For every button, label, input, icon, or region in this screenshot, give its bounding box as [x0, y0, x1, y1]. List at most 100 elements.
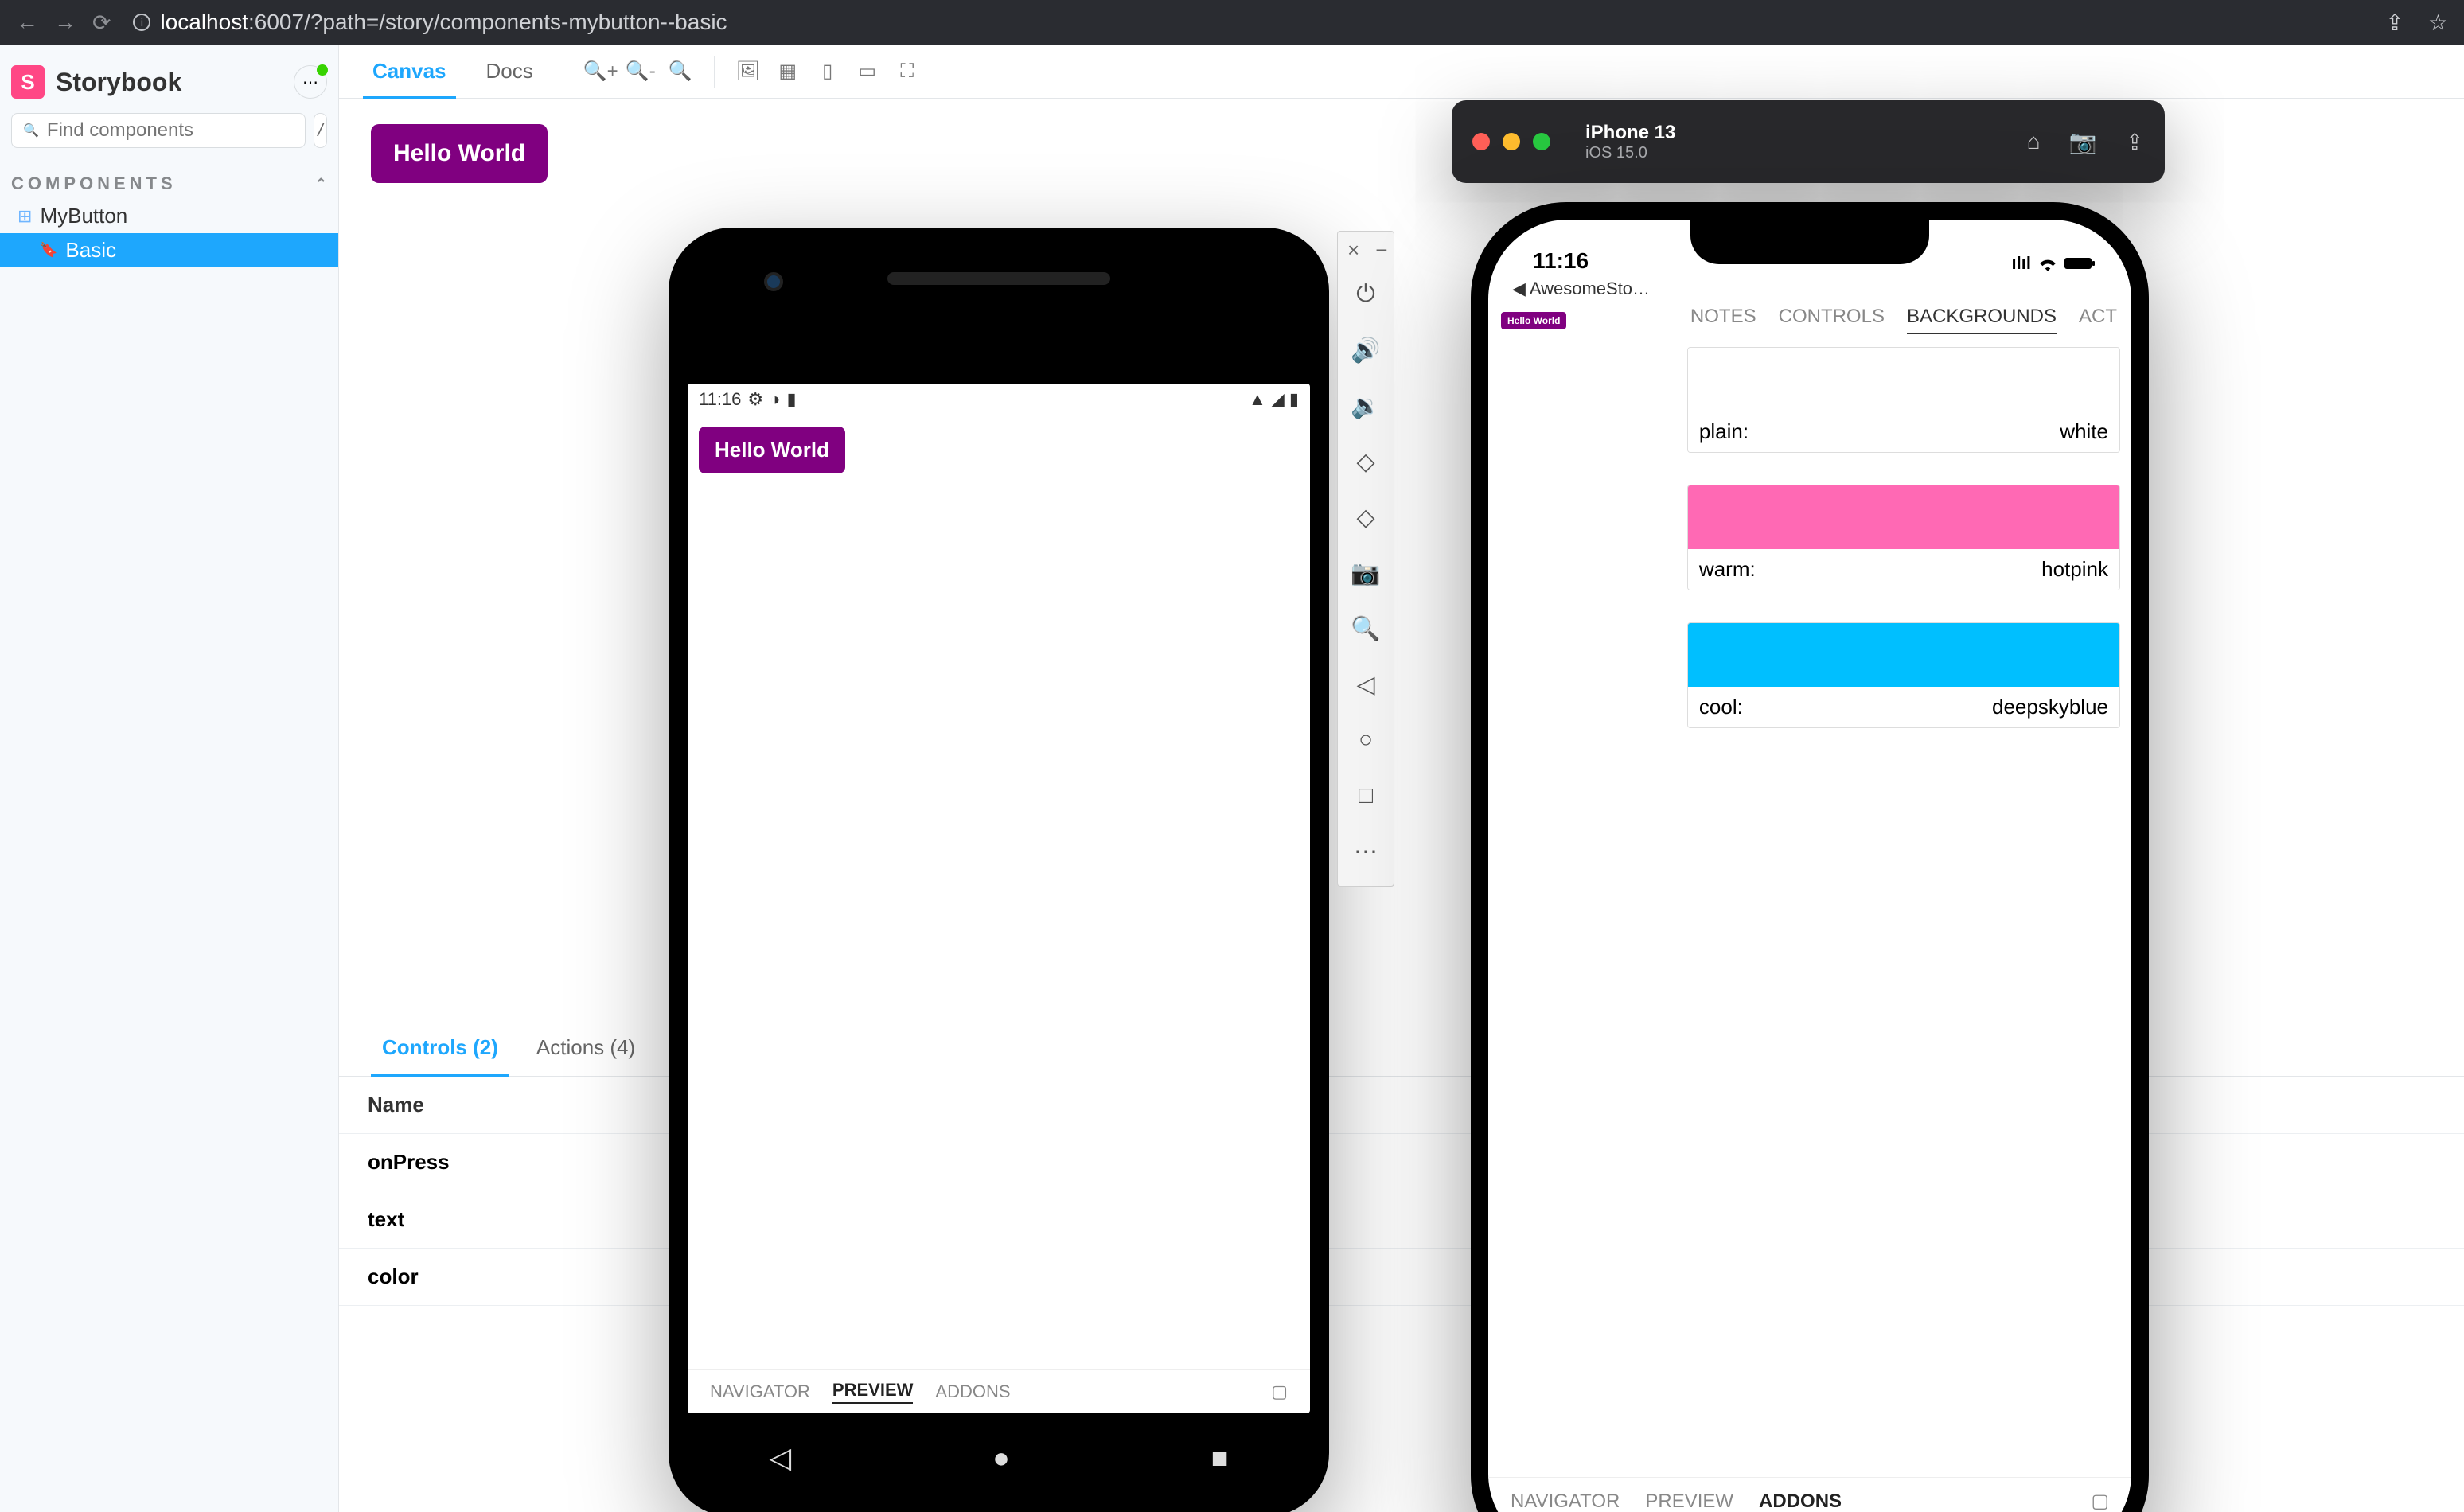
- emulator-minimize-icon[interactable]: −: [1375, 238, 1387, 267]
- storybook-logo-icon: S: [11, 65, 45, 99]
- debug-icon: ◑: [770, 389, 780, 410]
- zoom-icon[interactable]: 🔍: [1338, 601, 1394, 657]
- bg-value: hotpink: [2041, 557, 2108, 582]
- home-icon[interactable]: ⌂: [2027, 129, 2041, 155]
- card-icon: ▮: [786, 389, 796, 410]
- grid-icon[interactable]: ▦: [770, 54, 805, 89]
- search-input[interactable]: 🔍: [11, 113, 306, 148]
- android-nav-buttons: ◁ ● ■: [669, 1434, 1329, 1482]
- background-icon[interactable]: 🖼: [731, 54, 766, 89]
- viewport-icon[interactable]: ▯: [810, 54, 845, 89]
- android-toggle-icon[interactable]: ▢: [1271, 1381, 1288, 1402]
- android-tab-navigator[interactable]: NAVIGATOR: [710, 1381, 810, 1402]
- ios-tab-backgrounds[interactable]: BACKGROUNDS: [1907, 306, 2057, 334]
- zoom-reset-icon[interactable]: 🔍: [663, 54, 698, 89]
- ios-hello-button[interactable]: Hello World: [1501, 312, 1566, 329]
- ios-back-link[interactable]: ◀ AwesomeSto…: [1488, 277, 2131, 301]
- back-icon[interactable]: ◁: [1338, 657, 1394, 712]
- section-heading[interactable]: COMPONENTS ⌃: [0, 162, 338, 199]
- forward-icon[interactable]: →: [54, 10, 76, 35]
- notch: [1690, 220, 1929, 264]
- battery-icon: [2064, 256, 2096, 271]
- sidebar-item-basic[interactable]: Basic: [0, 233, 338, 267]
- minimize-icon[interactable]: [1503, 133, 1520, 150]
- signal-icon: ◢: [1271, 389, 1285, 409]
- ios-preview-pane: Hello World: [1488, 301, 1687, 1491]
- browser-chrome: ← → ⟳ i localhost:6007/?path=/story/comp…: [0, 0, 2464, 45]
- brand-title: Storybook: [56, 68, 283, 97]
- android-clock: 11:16: [699, 389, 741, 410]
- hello-world-button[interactable]: Hello World: [371, 124, 548, 183]
- tab-controls[interactable]: Controls (2): [363, 1019, 517, 1076]
- tab-actions[interactable]: Actions (4): [517, 1019, 654, 1076]
- bg-name: plain:: [1699, 419, 1749, 444]
- ios-bottom-addons[interactable]: ADDONS: [1759, 1491, 1842, 1512]
- menu-button[interactable]: ⋯: [294, 65, 327, 99]
- toolbar: Canvas Docs 🔍+ 🔍- 🔍 🖼 ▦ ▯ ▭ ⛶: [339, 45, 2464, 99]
- collapse-icon[interactable]: ⌃: [315, 176, 327, 193]
- search-icon: 🔍: [23, 123, 39, 138]
- android-emulator: 11:16 ⚙ ◑ ▮ ▲ ◢ ▮ Hello World NAVIGATOR: [669, 228, 1329, 1512]
- ios-toggle-icon[interactable]: ▢: [2091, 1490, 2109, 1512]
- bg-value: deepskyblue: [1992, 695, 2108, 719]
- volume-up-icon[interactable]: 🔊: [1338, 322, 1394, 378]
- power-icon[interactable]: ⏻: [1338, 267, 1394, 322]
- wifi-icon: ▲: [1249, 389, 1266, 409]
- camera-icon: [764, 272, 783, 291]
- screenshot-icon[interactable]: 📷: [2069, 129, 2097, 155]
- gear-icon: ⚙: [747, 389, 763, 410]
- close-icon[interactable]: [1472, 133, 1490, 150]
- home-icon[interactable]: ○: [1338, 712, 1394, 768]
- ios-simulator: iPhone 13 iOS 15.0 ⌂ 📷 ⇪ 11:16 ılıl: [1452, 100, 2165, 1512]
- tab-docs[interactable]: Docs: [469, 43, 551, 99]
- android-recents-icon[interactable]: ■: [1211, 1441, 1229, 1475]
- share-icon[interactable]: ⇪: [2385, 10, 2404, 36]
- bg-name: cool:: [1699, 695, 1743, 719]
- android-tab-addons[interactable]: ADDONS: [935, 1381, 1010, 1402]
- measure-icon[interactable]: ▭: [850, 54, 885, 89]
- speaker-icon: [887, 272, 1110, 285]
- bg-name: warm:: [1699, 557, 1756, 582]
- camera-icon[interactable]: 📷: [1338, 545, 1394, 601]
- tab-canvas[interactable]: Canvas: [355, 43, 464, 99]
- wifi-icon: [2037, 255, 2058, 271]
- search-shortcut-key: /: [314, 113, 327, 148]
- background-option[interactable]: plain: white: [1687, 347, 2120, 453]
- volume-down-icon[interactable]: 🔉: [1338, 378, 1394, 434]
- ios-tab-notes[interactable]: NOTES: [1690, 306, 1756, 334]
- ios-bottom-navigator[interactable]: NAVIGATOR: [1511, 1491, 1620, 1512]
- android-home-icon[interactable]: ●: [992, 1441, 1010, 1475]
- outline-icon[interactable]: ⛶: [890, 54, 925, 89]
- android-storybook-tabs: NAVIGATOR PREVIEW ADDONS ▢: [688, 1369, 1310, 1413]
- rotate-left-icon[interactable]: ◇: [1338, 434, 1394, 489]
- sidebar-item-mybutton[interactable]: MyButton: [0, 199, 338, 233]
- back-icon[interactable]: ←: [16, 10, 38, 35]
- android-status-bar: 11:16 ⚙ ◑ ▮ ▲ ◢ ▮: [688, 384, 1310, 415]
- star-icon[interactable]: ☆: [2428, 10, 2448, 36]
- zoom-out-icon[interactable]: 🔍-: [623, 54, 658, 89]
- reload-icon[interactable]: ⟳: [92, 10, 111, 36]
- emulator-toolbar: × − ⏻ 🔊 🔉 ◇ ◇ 📷 🔍 ◁ ○ □ ⋯: [1337, 231, 1394, 887]
- background-option[interactable]: cool: deepskyblue: [1687, 622, 2120, 728]
- simulator-titlebar: iPhone 13 iOS 15.0 ⌂ 📷 ⇪: [1452, 100, 2165, 183]
- device-name: iPhone 13: [1585, 122, 2010, 144]
- ios-tab-actions[interactable]: ACT: [2079, 306, 2117, 334]
- android-tab-preview[interactable]: PREVIEW: [832, 1380, 913, 1404]
- background-option[interactable]: warm: hotpink: [1687, 485, 2120, 590]
- overview-icon[interactable]: □: [1338, 768, 1394, 824]
- more-icon[interactable]: ⋯: [1338, 824, 1394, 879]
- swatch: [1688, 348, 2119, 411]
- maximize-icon[interactable]: [1533, 133, 1550, 150]
- export-icon[interactable]: ⇪: [2126, 129, 2144, 155]
- rotate-right-icon[interactable]: ◇: [1338, 489, 1394, 545]
- signal-icon: ılıl: [2012, 253, 2031, 274]
- android-hello-button[interactable]: Hello World: [699, 427, 845, 473]
- emulator-close-icon[interactable]: ×: [1347, 238, 1359, 267]
- bg-value: white: [2060, 419, 2108, 444]
- ios-tab-controls[interactable]: CONTROLS: [1779, 306, 1885, 334]
- ios-bottom-preview[interactable]: PREVIEW: [1645, 1491, 1733, 1512]
- zoom-in-icon[interactable]: 🔍+: [583, 54, 618, 89]
- ios-clock: 11:16: [1533, 248, 1589, 274]
- android-back-icon[interactable]: ◁: [769, 1441, 791, 1475]
- url-bar[interactable]: i localhost:6007/?path=/story/components…: [127, 10, 2369, 35]
